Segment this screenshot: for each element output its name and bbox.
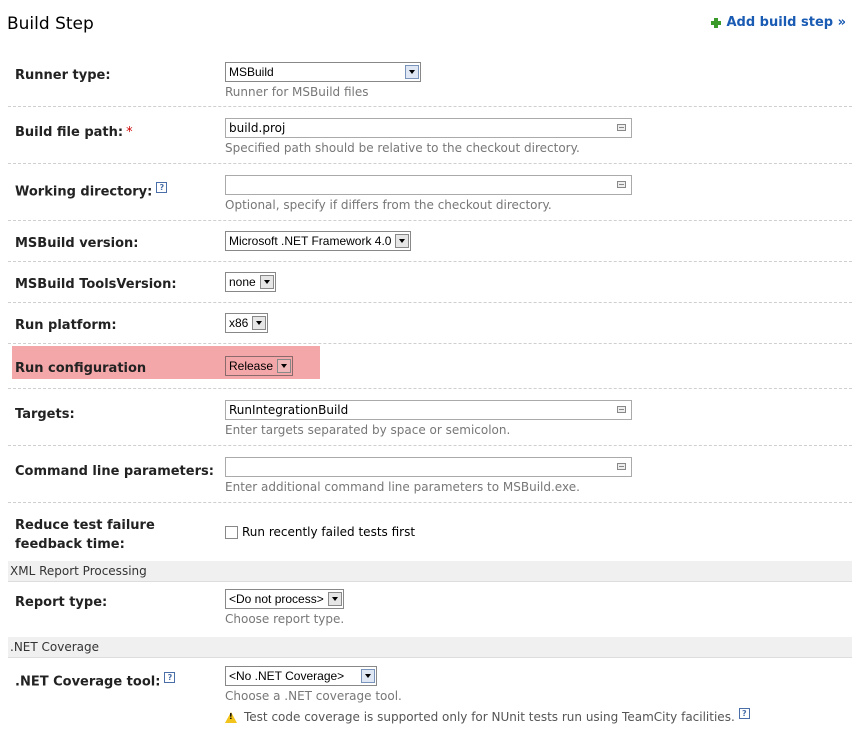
coverage-tool-select[interactable]: <No .NET Coverage>	[225, 666, 377, 686]
report-type-hint: Choose report type.	[225, 612, 345, 626]
chevron-down-icon	[327, 592, 342, 606]
cmd-params-hint: Enter additional command line parameters…	[225, 480, 580, 494]
help-icon[interactable]: ?	[156, 182, 168, 193]
run-failed-first-checkbox[interactable]	[225, 526, 238, 539]
row-targets: Targets: RunIntegrationBuild Enter targe…	[8, 389, 852, 446]
edit-icon[interactable]	[617, 463, 626, 470]
run-configuration-select[interactable]: Release	[225, 356, 294, 376]
help-icon[interactable]: ?	[738, 708, 750, 719]
row-report-type: Report type: <Do not process> Choose rep…	[8, 582, 852, 637]
build-file-path-input[interactable]: build.proj	[225, 118, 632, 138]
chevron-down-icon	[277, 359, 292, 373]
runner-type-select[interactable]: MSBuild	[225, 62, 421, 82]
working-directory-input[interactable]	[225, 175, 632, 195]
header: Build Step Add build step »	[0, 0, 860, 50]
edit-icon[interactable]	[617, 181, 626, 188]
section-net-coverage: .NET Coverage	[8, 637, 852, 658]
targets-hint: Enter targets separated by space or semi…	[225, 423, 511, 437]
section-xml-report: XML Report Processing	[8, 561, 852, 582]
edit-icon[interactable]	[617, 124, 626, 131]
chevron-down-icon	[259, 275, 274, 289]
help-icon[interactable]: ?	[164, 672, 176, 683]
page-title: Build Step	[7, 14, 94, 34]
add-build-step-label: Add build step »	[726, 15, 846, 30]
report-type-label: Report type:	[15, 595, 108, 610]
msbuild-version-select[interactable]: Microsoft .NET Framework 4.0	[225, 231, 412, 251]
coverage-warning: Test code coverage is supported only for…	[225, 708, 750, 724]
run-platform-select[interactable]: x86	[225, 313, 269, 333]
tools-version-select[interactable]: none	[225, 272, 276, 292]
chevron-down-icon	[361, 669, 375, 683]
row-run-configuration: Run configuration Release	[8, 344, 852, 389]
runner-type-label: Runner type:	[15, 68, 111, 83]
row-tools-version: MSBuild ToolsVersion: none	[8, 262, 852, 303]
reduce-feedback-label: Reduce test failure feedback time:	[15, 518, 155, 552]
row-run-platform: Run platform: x86	[8, 303, 852, 344]
edit-icon[interactable]	[617, 406, 626, 413]
row-runner-type: Runner type: MSBuild Runner for MSBuild …	[8, 50, 852, 107]
chevron-down-icon	[405, 65, 419, 79]
chevron-down-icon	[395, 234, 410, 248]
row-msbuild-version: MSBuild version: Microsoft .NET Framewor…	[8, 221, 852, 262]
targets-label: Targets:	[15, 407, 75, 422]
working-directory-hint: Optional, specify if differs from the ch…	[225, 198, 552, 212]
targets-input[interactable]: RunIntegrationBuild	[225, 400, 632, 420]
cmd-params-input[interactable]	[225, 457, 632, 477]
plus-icon	[711, 17, 722, 28]
coverage-tool-hint: Choose a .NET coverage tool.	[225, 689, 402, 703]
chevron-down-icon	[252, 316, 267, 330]
warning-icon	[225, 712, 237, 723]
row-build-file-path: Build file path: * build.proj Specified p…	[8, 107, 852, 164]
coverage-tool-label: .NET Coverage tool:?	[15, 672, 176, 689]
build-file-path-label: Build file path: *	[15, 125, 133, 140]
add-build-step-link[interactable]: Add build step »	[711, 15, 846, 30]
row-coverage-tool: .NET Coverage tool:? <No .NET Coverage> …	[8, 658, 852, 738]
tools-version-label: MSBuild ToolsVersion:	[15, 277, 177, 292]
run-configuration-label: Run configuration	[15, 361, 147, 376]
report-type-select[interactable]: <Do not process>	[225, 589, 344, 609]
row-command-line-parameters: Command line parameters: Enter additiona…	[8, 446, 852, 503]
cmd-params-label: Command line parameters:	[15, 464, 214, 479]
run-platform-label: Run platform:	[15, 318, 117, 333]
runner-type-hint: Runner for MSBuild files	[225, 85, 369, 99]
build-file-path-hint: Specified path should be relative to the…	[225, 141, 580, 155]
msbuild-version-label: MSBuild version:	[15, 236, 139, 251]
row-reduce-feedback: Reduce test failure feedback time: Run r…	[8, 503, 852, 561]
working-directory-label: Working directory:?	[15, 182, 168, 199]
row-working-directory: Working directory:? Optional, specify if…	[8, 164, 852, 221]
run-failed-first-label[interactable]: Run recently failed tests first	[242, 525, 415, 539]
required-mark: *	[126, 125, 133, 140]
